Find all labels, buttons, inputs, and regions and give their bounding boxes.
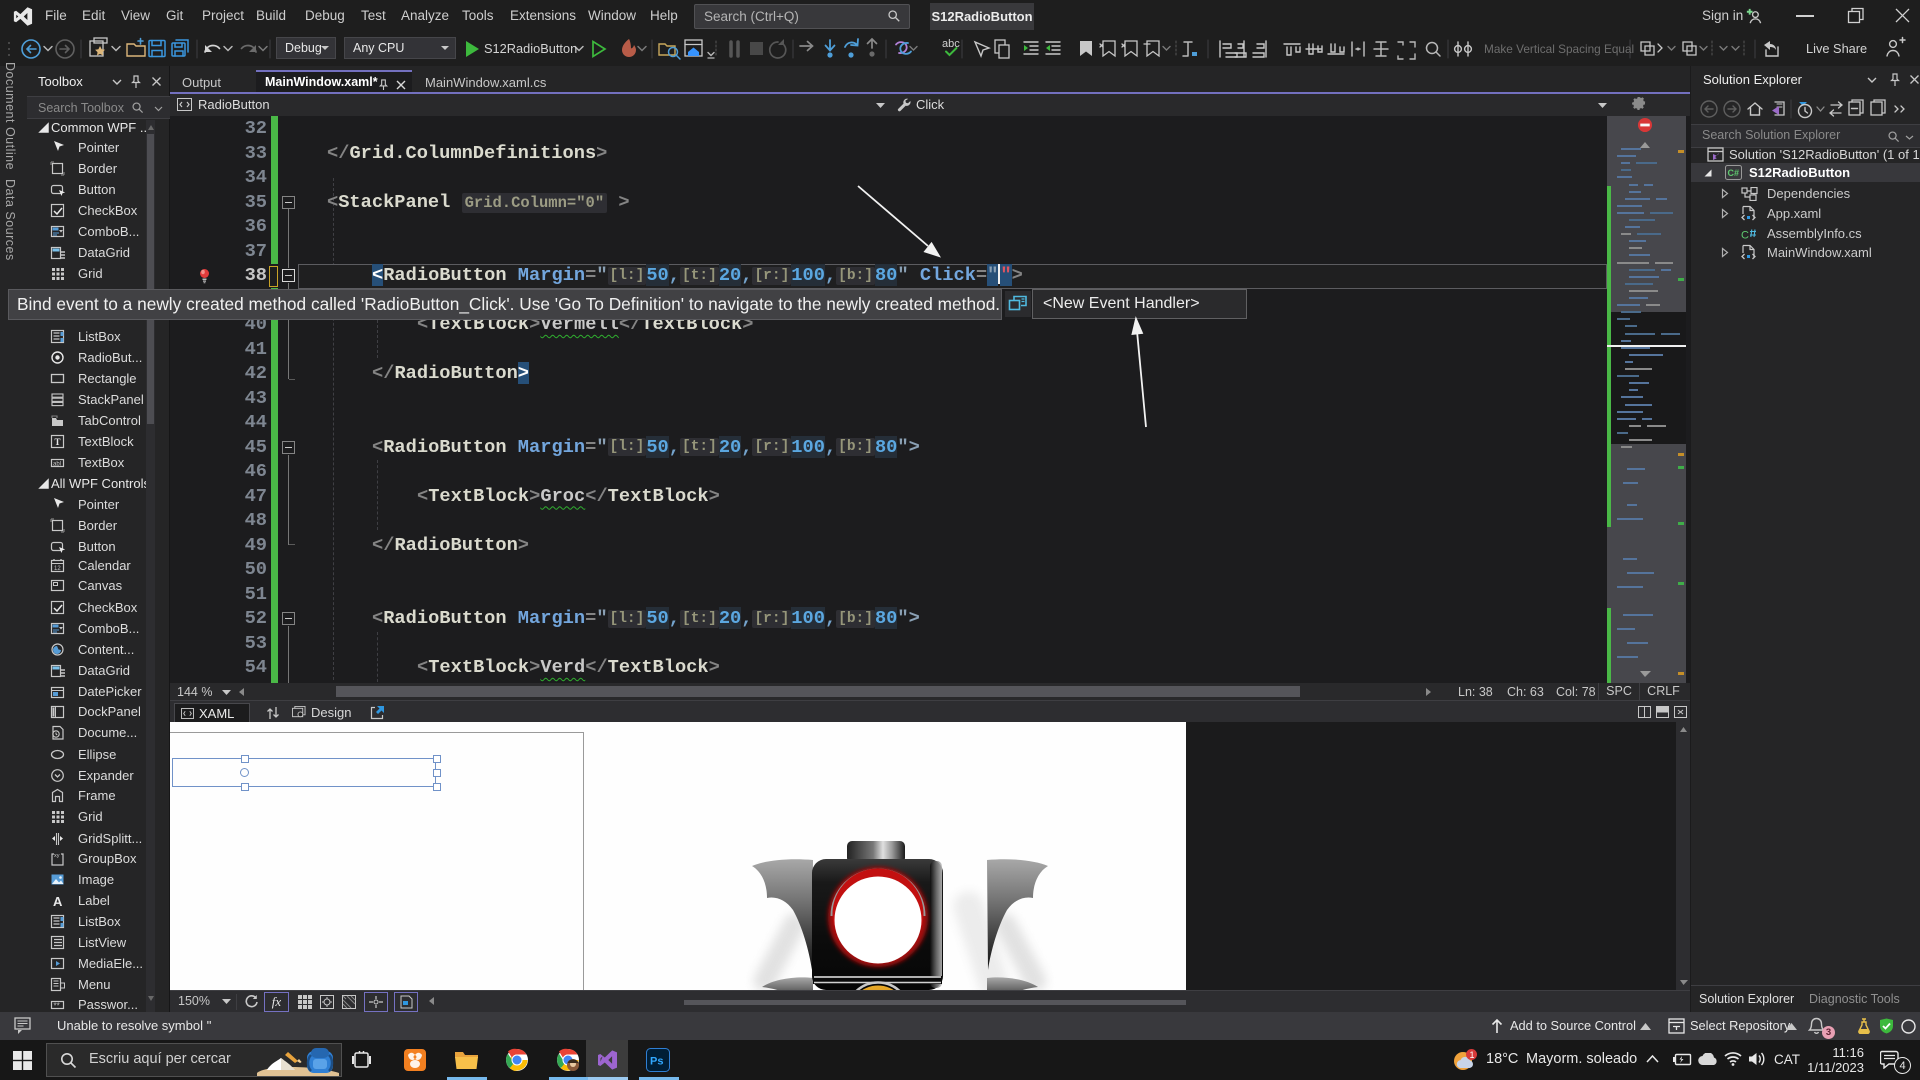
svg-text:Ps: Ps xyxy=(650,1056,663,1068)
svg-text:C#: C# xyxy=(1728,168,1740,178)
svg-text:**: ** xyxy=(54,1002,60,1011)
svg-text:abc: abc xyxy=(942,38,960,50)
svg-text:abl: abl xyxy=(53,462,61,468)
svg-text:12: 12 xyxy=(54,566,61,572)
svg-text:xy: xy xyxy=(54,853,60,859)
svg-text:1: 1 xyxy=(1470,1050,1475,1060)
svg-text:C: C xyxy=(1741,230,1749,242)
svg-text:T: T xyxy=(55,437,61,447)
svg-text:A: A xyxy=(53,894,63,908)
